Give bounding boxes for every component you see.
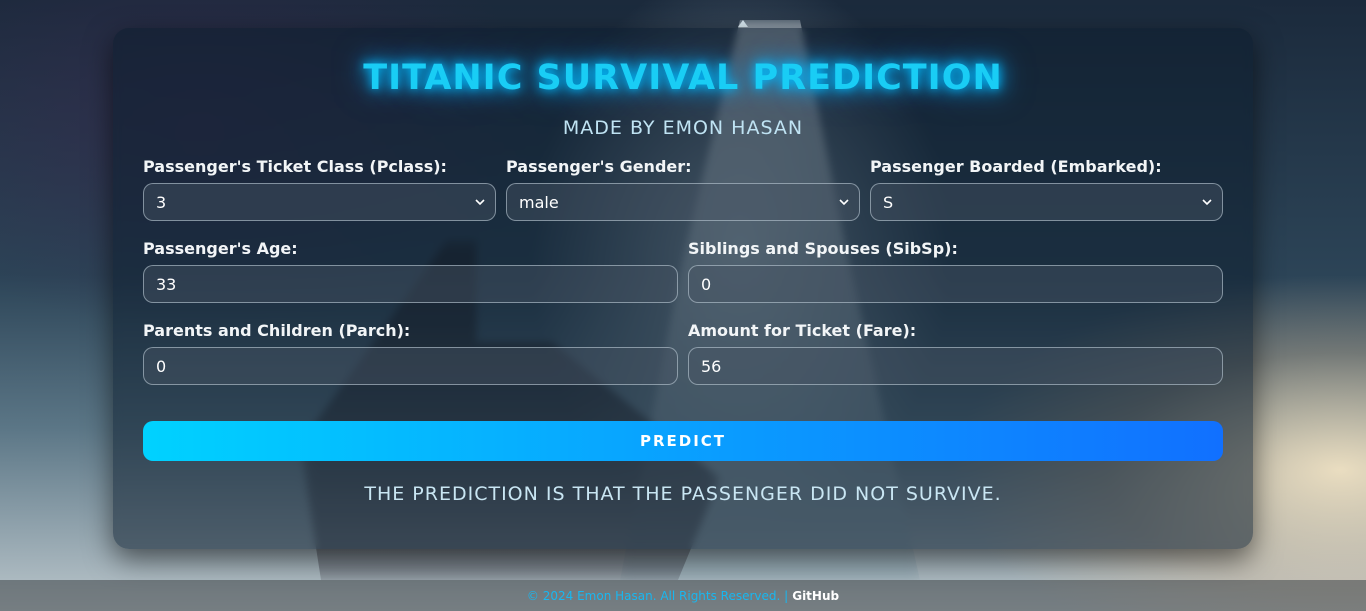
fare-label: Amount for Ticket (Fare):	[688, 321, 917, 340]
caret-up-icon	[738, 20, 748, 27]
embarked-label: Passenger Boarded (Embarked):	[870, 157, 1162, 176]
age-input[interactable]: 33	[143, 265, 678, 303]
age-label: Passenger's Age:	[143, 239, 298, 258]
page-subtitle: MADE BY EMON HASAN	[562, 117, 804, 139]
sibsp-input[interactable]: 0	[688, 265, 1223, 303]
embarked-value: S	[883, 192, 894, 212]
github-link[interactable]: GitHub	[792, 589, 839, 603]
parch-label: Parents and Children (Parch):	[143, 321, 411, 340]
fare-value: 56	[701, 356, 722, 376]
gender-label: Passenger's Gender:	[506, 157, 692, 176]
pclass-select[interactable]: 3	[143, 183, 496, 221]
chevron-down-icon	[839, 199, 849, 206]
prediction-result: THE PREDICTION IS THAT THE PASSENGER DID…	[364, 483, 1002, 505]
page-title: TITANIC SURVIVAL PREDICTION	[363, 58, 1003, 98]
parch-value: 0	[156, 356, 167, 376]
fare-input[interactable]: 56	[688, 347, 1223, 385]
pclass-label: Passenger's Ticket Class (Pclass):	[143, 157, 447, 176]
gender-select[interactable]: male	[506, 183, 860, 221]
sibsp-value: 0	[701, 274, 712, 294]
gender-value: male	[519, 192, 559, 212]
chevron-down-icon	[1202, 199, 1212, 206]
footer: © 2024 Emon Hasan. All Rights Reserved. …	[0, 580, 1366, 611]
chevron-down-icon	[475, 199, 485, 206]
age-value: 33	[156, 274, 177, 294]
embarked-select[interactable]: S	[870, 183, 1223, 221]
sibsp-label: Siblings and Spouses (SibSp):	[688, 239, 958, 258]
footer-copyright: © 2024 Emon Hasan. All Rights Reserved. …	[526, 588, 789, 603]
pclass-value: 3	[156, 192, 167, 212]
parch-input[interactable]: 0	[143, 347, 678, 385]
predict-button[interactable]: PREDICT	[143, 421, 1223, 461]
